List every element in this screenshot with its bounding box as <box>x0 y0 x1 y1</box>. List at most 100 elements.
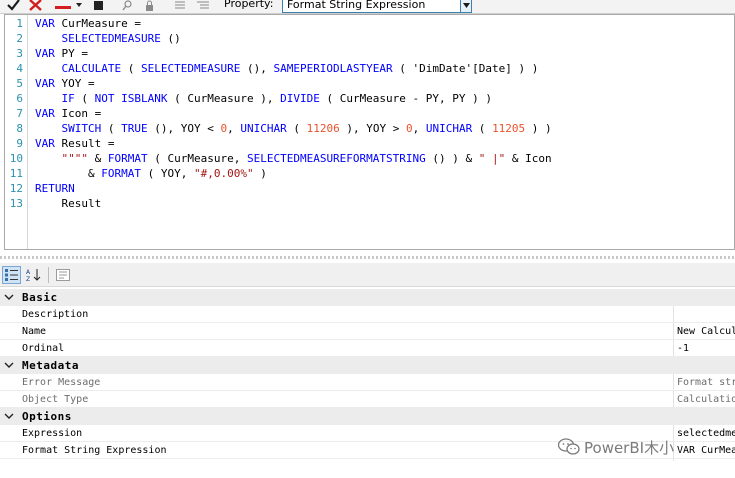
code-token: SELECTEDMEASURE <box>140 62 241 75</box>
code-token: CALCULATE <box>61 62 122 75</box>
watermark-text: PowerBI木小 <box>584 438 675 457</box>
code-token: UNICHAR <box>425 122 473 135</box>
align-icon-2[interactable] <box>196 0 210 12</box>
code-token: ( <box>286 122 307 135</box>
watermark: PowerBI木小 <box>558 436 674 458</box>
property-select[interactable]: Format String Expression <box>282 0 472 13</box>
code-token: """" <box>61 152 89 165</box>
lock-icon[interactable] <box>142 0 156 12</box>
property-grid-toolbar: A Z <box>0 263 735 287</box>
code-token: NOT ISBLANK <box>94 92 168 105</box>
code-token: ( CurMeasure - PY, PY ) ) <box>319 92 493 105</box>
category-options[interactable]: Options <box>0 408 735 425</box>
line-number: 2 <box>16 32 23 45</box>
categorized-view-button[interactable] <box>2 266 21 284</box>
property-value[interactable]: selectedme <box>677 425 735 442</box>
code-line[interactable]: VAR Result = <box>35 136 114 151</box>
line-number: 6 <box>16 92 23 105</box>
code-line[interactable]: SELECTEDMEASURE () <box>35 31 181 46</box>
code-line[interactable]: CALCULATE ( SELECTEDMEASURE (), SAMEPERI… <box>35 61 539 76</box>
line-number: 10 <box>9 152 23 165</box>
code-token: SELECTEDMEASUREFORMATSTRING <box>246 152 426 165</box>
line-number: 7 <box>16 107 23 120</box>
collapse-chevron-icon[interactable] <box>4 411 14 421</box>
property-row[interactable]: Error Message Format str <box>0 374 735 391</box>
svg-text:Z: Z <box>26 276 30 282</box>
code-token: , <box>412 122 426 135</box>
line-number: 8 <box>16 122 23 135</box>
code-token: YOY = <box>61 77 95 90</box>
collapse-chevron-icon[interactable] <box>4 360 14 370</box>
code-editor[interactable]: 1 2 3 4 5 6 7 8 9 10 11 12 13 VAR CurMeasure = SELEC… <box>4 14 735 250</box>
code-token: SAMEPERIODLASTYEAR <box>273 62 393 75</box>
toolbar-separator <box>48 267 49 283</box>
cancel-x-icon[interactable] <box>28 0 42 12</box>
code-line[interactable]: IF ( NOT ISBLANK ( CurMeasure ), DIVIDE … <box>35 91 493 106</box>
code-token: VAR <box>35 17 62 30</box>
property-row[interactable]: Description <box>0 306 735 323</box>
check-icon[interactable] <box>6 0 20 12</box>
code-token: VAR <box>35 107 62 120</box>
code-line[interactable]: RETURN <box>35 181 75 196</box>
property-select-value: Format String Expression <box>287 0 426 11</box>
property-value: Calculatio <box>677 394 735 405</box>
code-token: ( CurMeasure ), <box>167 92 281 105</box>
property-row[interactable]: Name New Calcul <box>0 323 735 340</box>
code-token: () <box>160 32 181 45</box>
dropdown-icon[interactable] <box>52 0 84 12</box>
code-line[interactable]: VAR YOY = <box>35 76 95 91</box>
code-line[interactable]: VAR PY = <box>35 46 88 61</box>
panel-splitter[interactable] <box>0 256 735 259</box>
align-icon[interactable] <box>174 0 186 12</box>
category-basic[interactable]: Basic <box>0 289 735 306</box>
property-value[interactable]: New Calcul <box>677 323 735 340</box>
code-token: Result = <box>61 137 115 150</box>
property-value: Format str <box>677 377 735 388</box>
line-number: 13 <box>9 197 23 210</box>
line-number: 9 <box>16 137 23 150</box>
wechat-icon <box>558 438 580 455</box>
chevron-down-icon[interactable] <box>460 0 471 12</box>
alphabetical-sort-button[interactable]: A Z <box>24 266 43 284</box>
editor-toolbar: Property: Format String Expression <box>0 0 735 14</box>
line-number: 12 <box>9 182 23 195</box>
code-token: ( <box>74 92 95 105</box>
property-name: Format String Expression <box>22 445 167 456</box>
svg-text:A: A <box>26 269 31 276</box>
code-line[interactable]: Result <box>35 196 101 211</box>
category-label: Options <box>22 410 72 423</box>
search-icon[interactable] <box>120 0 134 12</box>
code-line[interactable]: SWITCH ( TRUE (), YOY < 0, UNICHAR ( 112… <box>35 121 552 136</box>
collapse-chevron-icon[interactable] <box>4 292 14 302</box>
property-pages-button[interactable] <box>53 266 72 284</box>
property-value[interactable]: -1 <box>677 340 735 357</box>
code-token: 11205 <box>492 122 526 135</box>
code-line[interactable]: """" & FORMAT ( CurMeasure, SELECTEDMEAS… <box>35 151 552 166</box>
code-line[interactable]: VAR CurMeasure = <box>35 16 141 31</box>
code-token: 0 <box>405 122 413 135</box>
code-token: & <box>35 167 102 180</box>
property-name: Ordinal <box>22 343 65 354</box>
code-token: ), YOY > <box>339 122 406 135</box>
property-row[interactable]: Ordinal -1 <box>0 340 735 357</box>
code-token: DIVIDE <box>280 92 320 105</box>
code-token: 11206 <box>306 122 340 135</box>
category-metadata[interactable]: Metadata <box>0 357 735 374</box>
property-name: Expression <box>22 428 83 439</box>
code-line[interactable]: VAR Icon = <box>35 106 101 121</box>
property-value[interactable]: VAR CurMeas <box>677 442 735 459</box>
code-token: () ) & <box>425 152 479 165</box>
code-token: Result <box>35 197 102 210</box>
code-line[interactable]: & FORMAT ( YOY, "#,0.00%" ) <box>35 166 267 181</box>
code-token: ) ) <box>525 122 552 135</box>
code-token: RETURN <box>35 182 75 195</box>
code-token: SWITCH <box>61 122 102 135</box>
stop-icon[interactable] <box>92 0 104 12</box>
property-row[interactable]: Object Type Calculatio <box>0 391 735 408</box>
category-label: Metadata <box>22 359 79 372</box>
line-number: 11 <box>9 167 23 180</box>
code-token: (), YOY < <box>147 122 221 135</box>
sort-az-icon: A Z <box>26 269 40 282</box>
